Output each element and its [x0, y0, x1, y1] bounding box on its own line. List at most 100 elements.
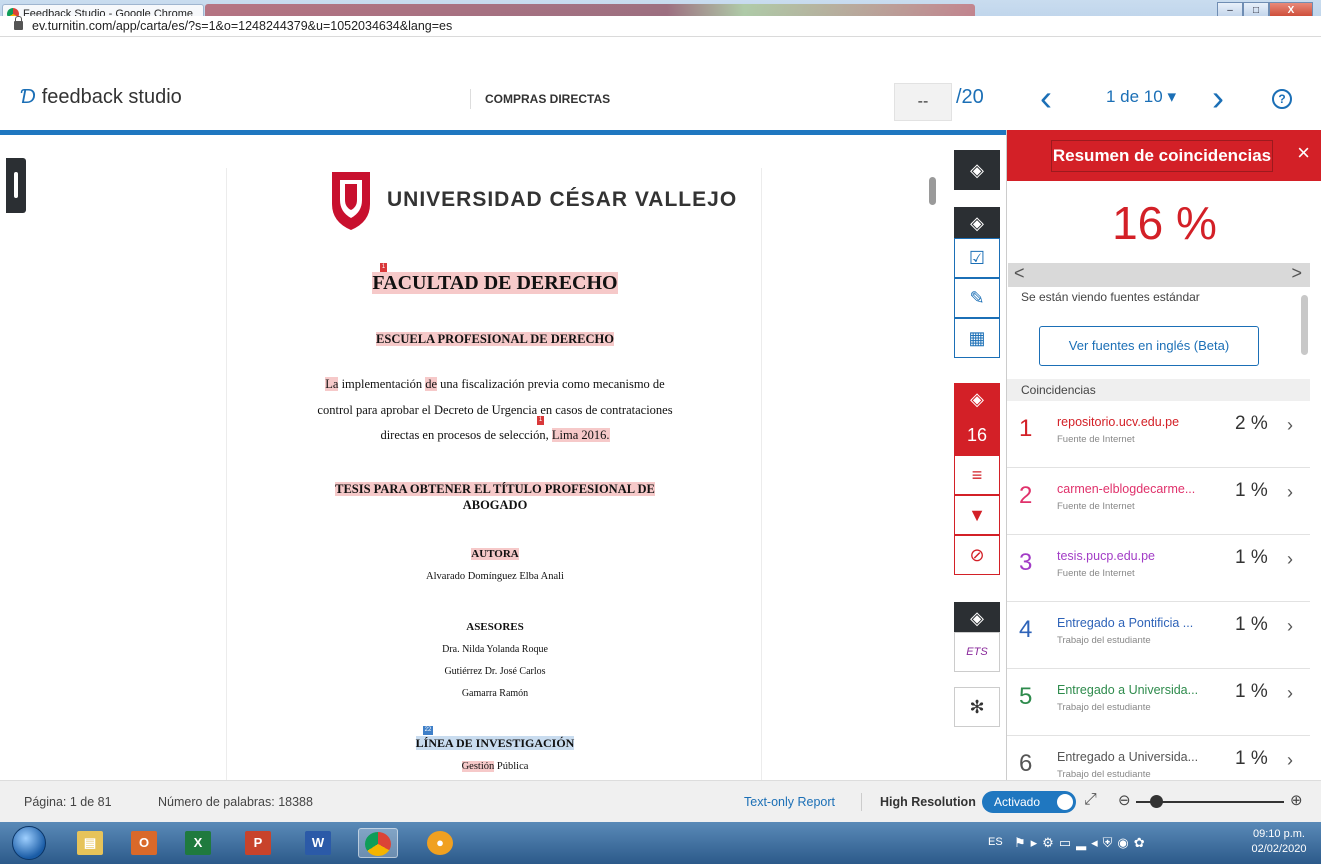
language-indicator[interactable]: ES	[988, 836, 1003, 848]
settings-gear-icon[interactable]: ✻	[954, 687, 1000, 727]
page-count: Página: 1 de 81	[24, 795, 112, 809]
match-row[interactable]: 3 tesis.pucp.edu.pe Fuente de Internet 1…	[1007, 535, 1310, 602]
paper-selector-dropdown[interactable]: 1 de 10 ▾	[1106, 87, 1176, 107]
thesis-degree-line-2: ABOGADO	[462, 498, 528, 512]
similarity-layer-icon[interactable]: ◈	[954, 383, 1000, 415]
title-text: una fiscalización previa como mecanismo …	[437, 377, 665, 391]
zoom-slider-handle[interactable]	[1150, 795, 1163, 808]
english-sources-button[interactable]: Ver fuentes en inglés (Beta)	[1039, 326, 1259, 366]
excel-icon[interactable]: X	[178, 828, 218, 858]
panel-scrollbar[interactable]	[1301, 295, 1308, 355]
vpn-shield-icon[interactable]: ●	[420, 828, 460, 858]
close-icon[interactable]: ×	[1297, 142, 1310, 164]
side-drawer-handle[interactable]	[6, 158, 26, 213]
help-icon[interactable]: ?	[1272, 89, 1292, 109]
previous-paper-chevron-icon[interactable]: ‹	[1040, 80, 1052, 116]
high-resolution-toggle[interactable]: Activado	[982, 791, 1076, 813]
zoom-in-icon[interactable]: ⊕	[1290, 791, 1303, 809]
match-overview-icon[interactable]: ≡	[954, 455, 1000, 495]
match-type: Trabajo del estudiante	[1057, 769, 1151, 780]
match-row[interactable]: 1 repositorio.ucv.edu.pe Fuente de Inter…	[1007, 401, 1310, 468]
zoom-out-icon[interactable]: ⊖	[1118, 791, 1131, 809]
system-clock[interactable]: 09:10 p.m. 02/02/2020	[1244, 827, 1314, 857]
checkmark-icon[interactable]: ☑	[954, 238, 1000, 278]
thesis-title-line-3: directas en procesos de selección, Lima …	[227, 428, 763, 443]
divider	[861, 793, 862, 811]
match-type: Fuente de Internet	[1057, 434, 1135, 445]
filter-icon[interactable]: ▼	[954, 495, 1000, 535]
system-tray-icons[interactable]: ⚑▸⚙▭▂◂⛨◉✿	[1014, 835, 1150, 851]
match-source: Entregado a Universida...	[1057, 683, 1199, 697]
chevron-right-icon[interactable]: ›	[1287, 750, 1293, 771]
layers-icon[interactable]: ◈	[954, 150, 1000, 190]
text-only-report-link[interactable]: Text-only Report	[744, 795, 835, 809]
highlight-la[interactable]: La	[325, 377, 339, 391]
match-number: 3	[1019, 549, 1033, 576]
rubric-grid-icon[interactable]: ▦	[954, 318, 1000, 358]
chrome-icon[interactable]	[358, 828, 398, 858]
chevron-right-icon[interactable]: ›	[1287, 415, 1293, 436]
etsi-layer-icon[interactable]: ◈	[954, 602, 1000, 634]
match-row[interactable]: 5 Entregado a Universida... Trabajo del …	[1007, 669, 1310, 736]
match-source: tesis.pucp.edu.pe	[1057, 549, 1155, 563]
match-overview-panel: Resumen de coincidencias × 16 % < > Se e…	[1006, 130, 1321, 780]
chevron-right-icon[interactable]: ›	[1287, 616, 1293, 637]
chevron-right-icon[interactable]: ›	[1287, 683, 1293, 704]
edit-comment-icon[interactable]: ✎	[954, 278, 1000, 318]
advisors-label: ASESORES	[466, 621, 524, 633]
university-name: UNIVERSIDAD CÉSAR VALLEJO	[387, 188, 738, 211]
word-icon[interactable]: W	[298, 828, 338, 858]
url-text: ev.turnitin.com/app/carta/es/?s=1&o=1248…	[32, 19, 453, 33]
pager-next-icon[interactable]: >	[1291, 263, 1302, 284]
match-row[interactable]: 4 Entregado a Pontificia ... Trabajo del…	[1007, 602, 1310, 669]
pager-prev-icon[interactable]: <	[1014, 263, 1025, 284]
grade-input[interactable]: --	[894, 83, 952, 121]
match-marker[interactable]: 1	[537, 416, 544, 425]
chevron-right-icon[interactable]: ›	[1287, 549, 1293, 570]
exclude-icon[interactable]: ⊘	[954, 535, 1000, 575]
document-page: UNIVERSIDAD CÉSAR VALLEJO 1 FACULTAD DE …	[226, 168, 762, 780]
match-row[interactable]: 6 Entregado a Universida... Trabajo del …	[1007, 736, 1310, 780]
status-bar: Página: 1 de 81 Número de palabras: 1838…	[0, 780, 1321, 822]
outlook-icon[interactable]: O	[124, 828, 164, 858]
match-percent: 1 %	[1235, 547, 1268, 568]
highlight-gestion[interactable]: Gestión	[461, 761, 495, 772]
match-type: Fuente de Internet	[1057, 568, 1135, 579]
start-button-icon[interactable]	[12, 826, 46, 860]
high-resolution-label: High Resolution	[880, 795, 976, 809]
similarity-score-button[interactable]: 16	[954, 415, 1000, 455]
chevron-right-icon[interactable]: ›	[1287, 482, 1293, 503]
document-scrollbar[interactable]	[929, 177, 936, 205]
thesis-degree-text[interactable]: TESIS PARA OBTENER EL TÍTULO PROFESIONAL…	[335, 482, 655, 496]
school-text[interactable]: ESCUELA PROFESIONAL DE DERECHO	[376, 332, 614, 346]
highlight-de[interactable]: de	[425, 377, 438, 391]
next-paper-chevron-icon[interactable]: ›	[1212, 80, 1224, 116]
research-line-text[interactable]: LÍNEA DE INVESTIGACIÓN	[415, 736, 575, 750]
match-type: Trabajo del estudiante	[1057, 635, 1151, 646]
research-line-heading: LÍNEA DE INVESTIGACIÓN	[227, 736, 763, 751]
advisor-line-3: Gamarra Ramón	[461, 688, 529, 699]
matches-label: Coincidencias	[1007, 379, 1310, 401]
address-bar[interactable]: ev.turnitin.com/app/carta/es/?s=1&o=1248…	[0, 16, 1321, 37]
viewing-sources-note: Se están viendo fuentes estándar	[1021, 290, 1200, 304]
panel-pager: < >	[1008, 263, 1310, 287]
word-count: Número de palabras: 18388	[158, 795, 313, 809]
windows-taskbar: ▤ O X P W ● ES ⚑▸⚙▭▂◂⛨◉✿ 09:10 p.m. 02/0…	[0, 822, 1321, 864]
match-row[interactable]: 2 carmen-elblogdecarme... Fuente de Inte…	[1007, 468, 1310, 535]
highlight-lima[interactable]: Lima 2016.	[551, 428, 610, 442]
panel-header: Resumen de coincidencias ×	[1007, 130, 1321, 181]
grading-layer-icon[interactable]: ◈	[954, 207, 1000, 239]
app-header: Ɗfeedback studio COMPRAS DIRECTAS -- /20…	[0, 72, 1321, 132]
brand-logo[interactable]: Ɗfeedback studio	[20, 86, 182, 109]
powerpoint-icon[interactable]: P	[238, 828, 278, 858]
faculty-text[interactable]: FACULTAD DE DERECHO	[372, 272, 618, 294]
match-marker[interactable]: 1	[380, 263, 387, 272]
author-label-text[interactable]: AUTORA	[471, 548, 519, 560]
fit-page-icon[interactable]: ⤢	[1084, 791, 1097, 809]
match-marker[interactable]: 22	[423, 726, 433, 735]
thesis-title-line-1: La implementación de una fiscalización p…	[227, 377, 763, 392]
ets-icon[interactable]: ETS	[954, 632, 1000, 672]
advisor-line-1: Dra. Nilda Yolanda Roque	[442, 644, 548, 655]
file-explorer-icon[interactable]: ▤	[70, 828, 110, 858]
match-source: repositorio.ucv.edu.pe	[1057, 415, 1180, 429]
